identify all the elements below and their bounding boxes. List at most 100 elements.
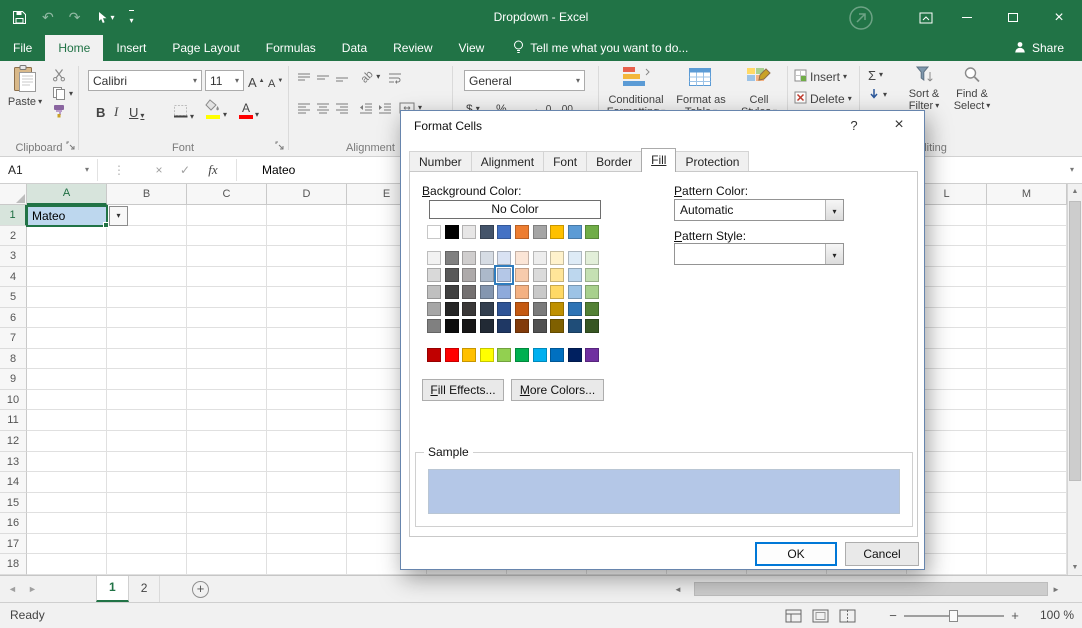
color-swatch[interactable]: [550, 268, 564, 282]
cell-M7[interactable]: [987, 328, 1067, 349]
color-swatch[interactable]: [462, 251, 476, 265]
hscroll-left-icon[interactable]: ◄: [674, 576, 682, 602]
close-button[interactable]: ×: [1036, 0, 1082, 35]
color-swatch[interactable]: [568, 251, 582, 265]
delete-cells-button[interactable]: Delete▾: [792, 90, 854, 108]
color-swatch[interactable]: [533, 302, 547, 316]
ribbon-tab-view[interactable]: View: [446, 35, 498, 61]
color-swatch[interactable]: [427, 225, 441, 239]
align-middle-button[interactable]: [314, 69, 332, 87]
cell-B7[interactable]: [107, 328, 187, 349]
ribbon-tab-file[interactable]: File: [0, 35, 45, 61]
cell-M6[interactable]: [987, 308, 1067, 329]
copy-button[interactable]: ▾: [50, 85, 75, 103]
cell-D16[interactable]: [267, 513, 347, 534]
borders-button[interactable]: ▾: [173, 101, 194, 121]
color-swatch[interactable]: [480, 348, 494, 362]
color-swatch[interactable]: [480, 225, 494, 239]
row-header-18[interactable]: 18: [0, 554, 27, 575]
cell-B18[interactable]: [107, 554, 187, 575]
cell-D8[interactable]: [267, 349, 347, 370]
cell-A5[interactable]: [27, 287, 107, 308]
cell-C10[interactable]: [187, 390, 267, 411]
vertical-scroll-thumb[interactable]: [1069, 201, 1081, 481]
dialog-help-button[interactable]: ?: [839, 111, 869, 141]
sheet-tab-2[interactable]: 2: [129, 576, 161, 602]
color-swatch[interactable]: [515, 285, 529, 299]
cell-D3[interactable]: [267, 246, 347, 267]
ribbon-display-options-icon[interactable]: [908, 0, 944, 35]
cell-A3[interactable]: [27, 246, 107, 267]
color-swatch[interactable]: [533, 319, 547, 333]
fill-color-button[interactable]: ▾: [205, 99, 227, 119]
cell-B4[interactable]: [107, 267, 187, 288]
ribbon-tab-review[interactable]: Review: [380, 35, 445, 61]
row-header-4[interactable]: 4: [0, 267, 27, 288]
cell-B2[interactable]: [107, 226, 187, 247]
cell-A15[interactable]: [27, 493, 107, 514]
increase-font-size-button[interactable]: A▲: [248, 70, 265, 90]
hscroll-right-icon[interactable]: ►: [1052, 576, 1060, 602]
dialog-tab-fill[interactable]: Fill: [641, 148, 676, 172]
underline-button[interactable]: U▾: [129, 100, 144, 120]
row-header-15[interactable]: 15: [0, 493, 27, 514]
horizontal-scroll-thumb[interactable]: [694, 582, 1048, 596]
color-swatch[interactable]: [462, 285, 476, 299]
color-swatch[interactable]: [445, 285, 459, 299]
pattern-style-combobox[interactable]: ▾: [674, 243, 844, 265]
cell-A18[interactable]: [27, 554, 107, 575]
color-swatch[interactable]: [427, 319, 441, 333]
cell-C7[interactable]: [187, 328, 267, 349]
color-swatch[interactable]: [550, 302, 564, 316]
customize-quick-access-icon[interactable]: ▾: [129, 10, 133, 26]
color-swatch[interactable]: [497, 302, 511, 316]
cell-C5[interactable]: [187, 287, 267, 308]
cell-D1[interactable]: [267, 205, 347, 226]
color-swatch[interactable]: [445, 319, 459, 333]
page-layout-view-button[interactable]: [807, 606, 833, 626]
color-swatch[interactable]: [550, 348, 564, 362]
orientation-button[interactable]: ab▾: [359, 68, 382, 86]
color-swatch[interactable]: [445, 251, 459, 265]
format-painter-button[interactable]: [50, 103, 68, 121]
cell-D4[interactable]: [267, 267, 347, 288]
color-swatch[interactable]: [585, 348, 599, 362]
color-swatch[interactable]: [533, 251, 547, 265]
cell-C13[interactable]: [187, 452, 267, 473]
cell-D9[interactable]: [267, 369, 347, 390]
insert-function-button[interactable]: fx: [200, 157, 226, 183]
bold-button[interactable]: B: [96, 100, 105, 120]
cell-B12[interactable]: [107, 431, 187, 452]
cancel-entry-button[interactable]: ×: [148, 157, 170, 183]
cell-B10[interactable]: [107, 390, 187, 411]
cell-A12[interactable]: [27, 431, 107, 452]
zoom-out-button[interactable]: −: [884, 603, 902, 628]
dialog-tab-border[interactable]: Border: [586, 151, 642, 172]
row-header-9[interactable]: 9: [0, 369, 27, 390]
cell-M4[interactable]: [987, 267, 1067, 288]
color-swatch[interactable]: [550, 319, 564, 333]
cell-B13[interactable]: [107, 452, 187, 473]
select-all-corner[interactable]: [0, 184, 27, 205]
cell-C8[interactable]: [187, 349, 267, 370]
previous-sheet-icon[interactable]: ◄: [8, 576, 17, 602]
color-swatch[interactable]: [462, 302, 476, 316]
scroll-down-icon[interactable]: ▼: [1068, 560, 1082, 575]
color-swatch[interactable]: [533, 225, 547, 239]
cell-A4[interactable]: [27, 267, 107, 288]
sort-filter-button[interactable]: Sort & Filter▾: [902, 65, 946, 112]
color-swatch[interactable]: [568, 302, 582, 316]
column-header-b[interactable]: B: [107, 184, 187, 205]
row-header-17[interactable]: 17: [0, 534, 27, 555]
cell-M9[interactable]: [987, 369, 1067, 390]
cell-D2[interactable]: [267, 226, 347, 247]
color-swatch[interactable]: [445, 302, 459, 316]
wrap-text-button[interactable]: [386, 69, 404, 87]
cell-C16[interactable]: [187, 513, 267, 534]
color-swatch[interactable]: [585, 319, 599, 333]
cell-B16[interactable]: [107, 513, 187, 534]
cell-B3[interactable]: [107, 246, 187, 267]
share-button[interactable]: Share: [1014, 35, 1064, 61]
dialog-tab-protection[interactable]: Protection: [675, 151, 749, 172]
row-header-8[interactable]: 8: [0, 349, 27, 370]
